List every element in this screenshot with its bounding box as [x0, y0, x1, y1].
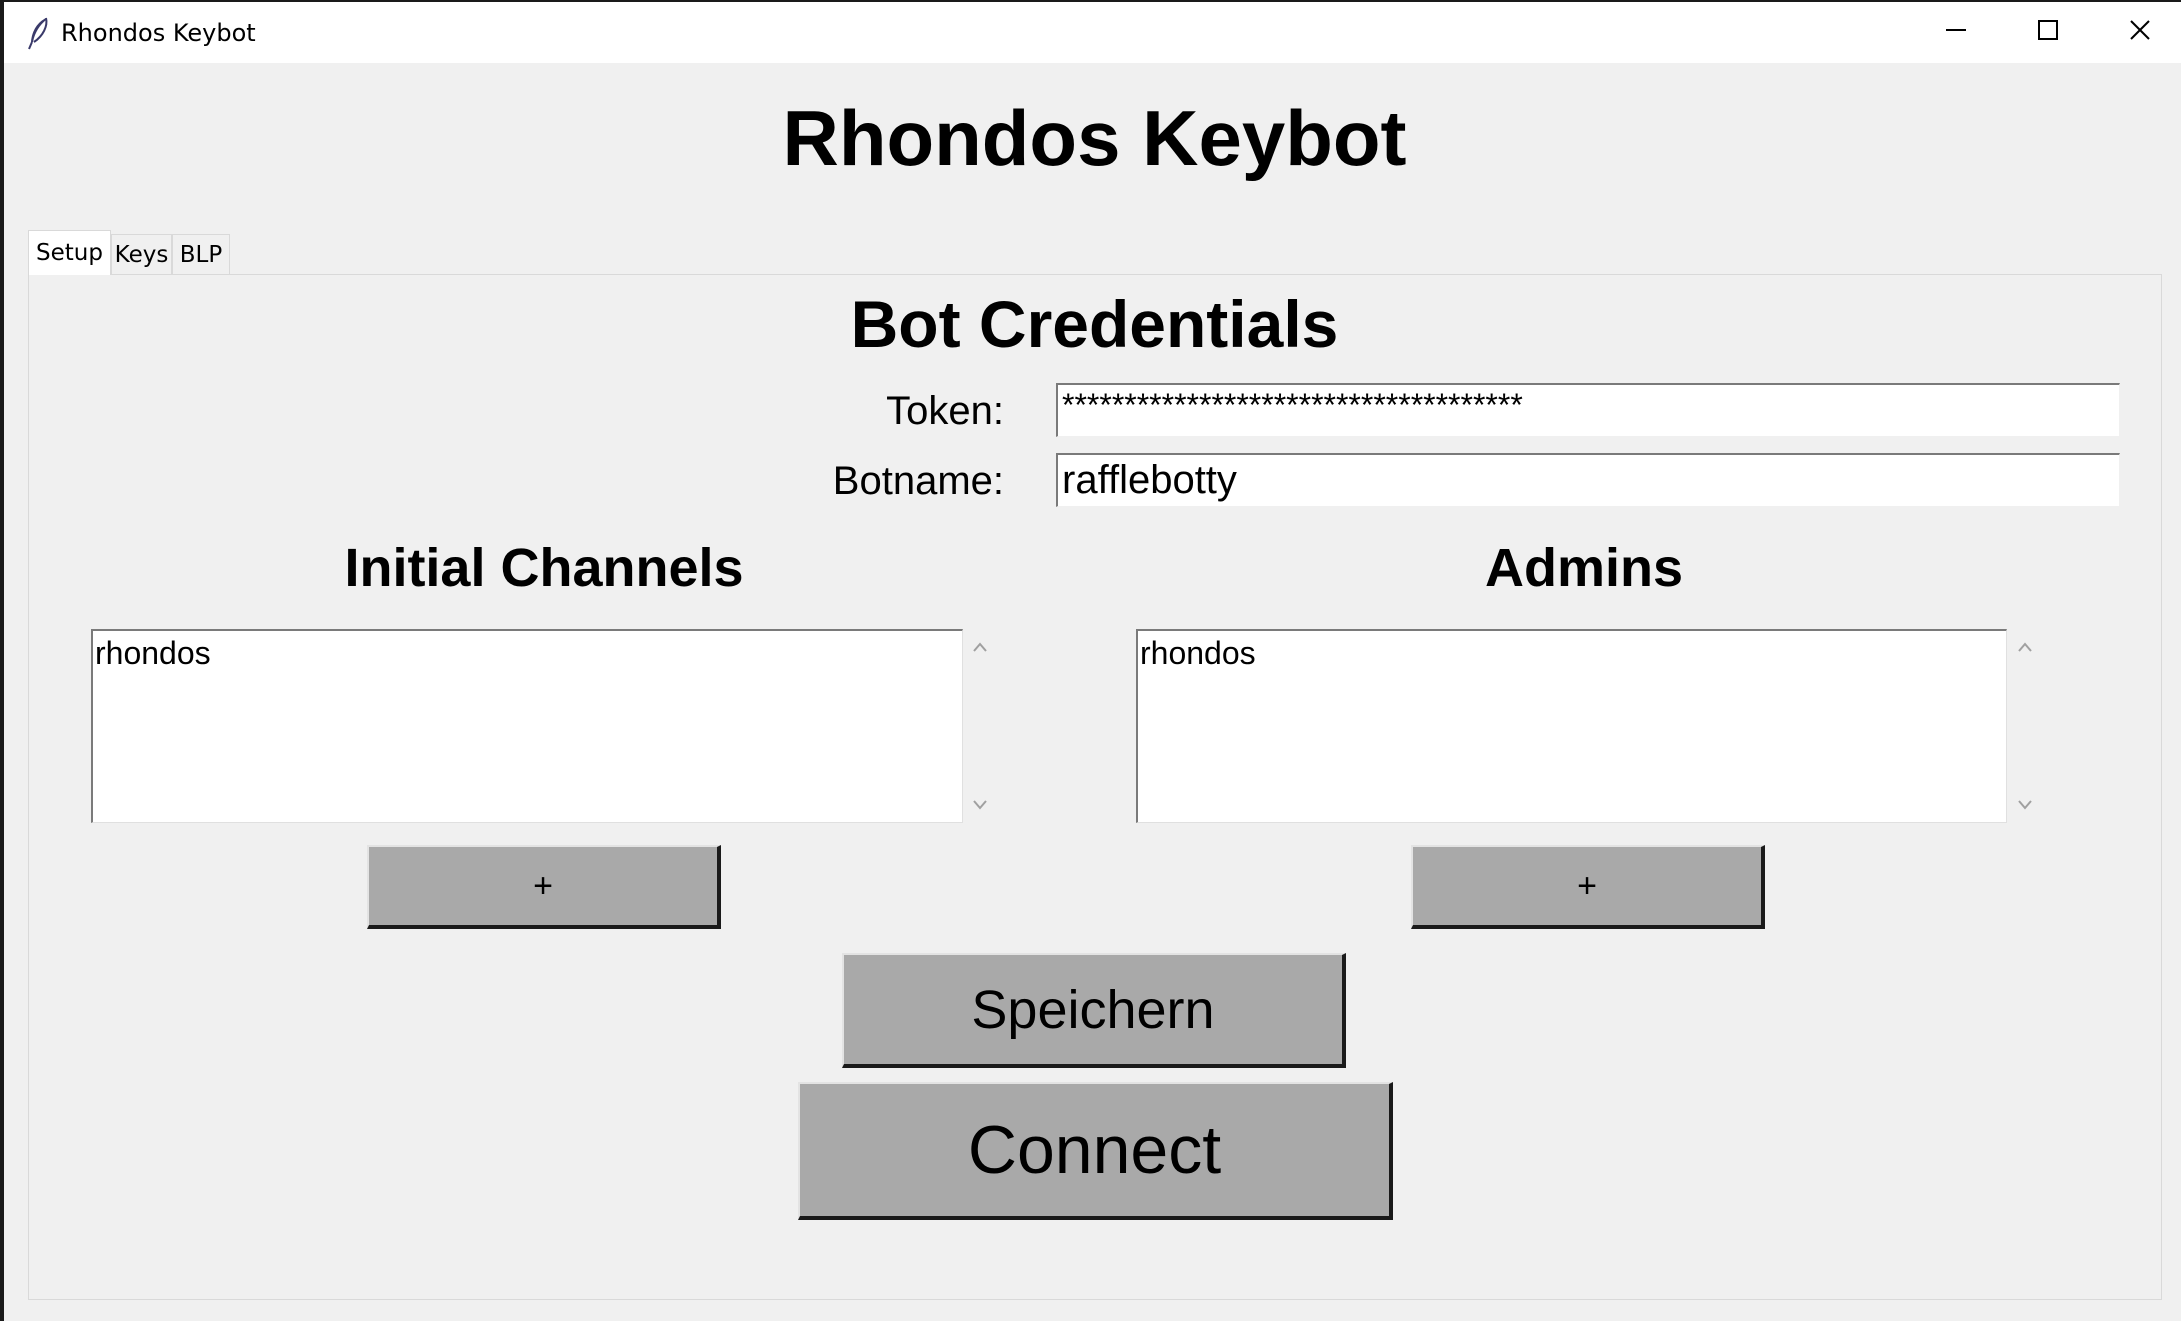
minimize-button[interactable]	[1910, 2, 2002, 63]
add-admin-button[interactable]: +	[1411, 845, 1765, 929]
add-channel-button[interactable]: +	[367, 845, 721, 929]
channels-listbox[interactable]: rhondos	[91, 629, 963, 823]
maximize-icon	[2037, 19, 2059, 46]
channels-scrollbar[interactable]	[960, 629, 1000, 823]
scroll-down-button[interactable]	[2005, 791, 2045, 821]
minimize-icon	[1945, 19, 1967, 46]
credentials-title: Bot Credentials	[850, 287, 1339, 361]
channels-title: Initial Channels	[344, 538, 744, 598]
chevron-up-icon	[2018, 639, 2032, 657]
admins-scrollbar[interactable]	[2005, 629, 2045, 823]
token-label: Token:	[886, 389, 1004, 433]
close-button[interactable]	[2094, 2, 2181, 63]
scroll-up-button[interactable]	[960, 633, 1000, 663]
botname-label: Botname:	[832, 459, 1004, 503]
scroll-down-button[interactable]	[960, 791, 1000, 821]
botname-field[interactable]	[1056, 453, 2120, 507]
list-item[interactable]: rhondos	[1138, 633, 2006, 673]
chevron-up-icon	[973, 639, 987, 657]
admins-title: Admins	[1484, 538, 1684, 598]
window-title: Rhondos Keybot	[61, 19, 256, 47]
tab-blp[interactable]: BLP	[172, 234, 230, 274]
title-bar[interactable]: Rhondos Keybot	[4, 2, 2181, 63]
connect-button[interactable]: Connect	[798, 1082, 1393, 1220]
chevron-down-icon	[2018, 797, 2032, 815]
tab-setup[interactable]: Setup	[28, 230, 111, 275]
scroll-up-button[interactable]	[2005, 633, 2045, 663]
token-field[interactable]	[1056, 383, 2120, 437]
admins-listbox[interactable]: rhondos	[1136, 629, 2007, 823]
maximize-button[interactable]	[2002, 2, 2094, 63]
list-item[interactable]: rhondos	[93, 633, 962, 673]
chevron-down-icon	[973, 797, 987, 815]
app-window: Rhondos Keybot Rhondos Keybot Setup Keys…	[0, 0, 2181, 1321]
save-button[interactable]: Speichern	[842, 953, 1346, 1068]
feather-icon	[24, 16, 54, 50]
tab-keys[interactable]: Keys	[111, 234, 172, 274]
close-icon	[2129, 19, 2151, 46]
app-heading: Rhondos Keybot	[782, 94, 1407, 182]
